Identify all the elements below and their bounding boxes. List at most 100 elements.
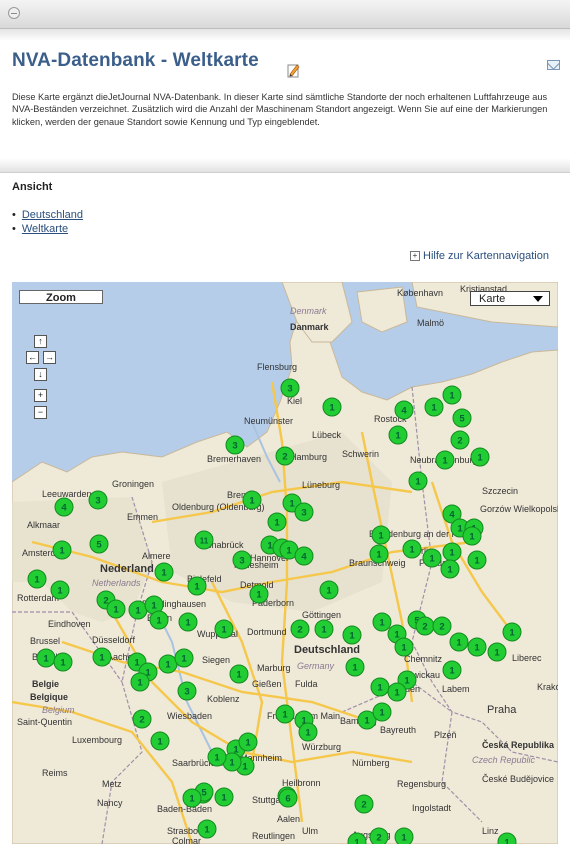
map-marker[interactable]: 5 (452, 408, 472, 428)
edit-icon[interactable] (287, 62, 301, 78)
map-marker[interactable]: 1 (319, 580, 339, 600)
map-marker[interactable]: 1 (178, 612, 198, 632)
map-marker[interactable]: 1 (440, 559, 460, 579)
map-canvas[interactable]: KøbenhavnMalmöKristianstadDenmarkDanmark… (12, 282, 558, 844)
map-marker[interactable]: 1 (53, 652, 73, 672)
map-marker[interactable]: 3 (225, 435, 245, 455)
map-marker[interactable]: 2 (275, 446, 295, 466)
pan-right-button[interactable]: → (43, 351, 56, 364)
window-icon[interactable] (8, 7, 20, 19)
map-marker[interactable]: 1 (422, 548, 442, 568)
place-label: Neumünster (244, 416, 293, 426)
map-marker[interactable]: 1 (394, 637, 414, 657)
map-marker[interactable]: 1 (322, 397, 342, 417)
map-view[interactable]: København Malmö Kristianstad Denmark Danmark… (12, 282, 558, 844)
marker-count: 1 (477, 453, 483, 464)
map-marker[interactable]: 1 (408, 471, 428, 491)
map-marker[interactable]: 1 (106, 599, 126, 619)
map-marker[interactable]: 1 (462, 526, 482, 546)
map-marker[interactable]: 1 (187, 576, 207, 596)
map-marker[interactable]: 1 (442, 385, 462, 405)
pan-down-button[interactable]: ↓ (34, 368, 47, 381)
map-marker[interactable]: 1 (242, 490, 262, 510)
map-marker[interactable]: 1 (275, 704, 295, 724)
map-marker[interactable]: 1 (229, 664, 249, 684)
map-marker[interactable]: 1 (371, 525, 391, 545)
map-marker[interactable]: 1 (197, 819, 217, 839)
map-marker[interactable]: 2 (290, 619, 310, 639)
map-marker[interactable]: 3 (280, 378, 300, 398)
map-marker[interactable]: 1 (174, 648, 194, 668)
map-marker[interactable]: 1 (467, 637, 487, 657)
map-marker[interactable]: 1 (442, 542, 462, 562)
link-deutschland[interactable]: Deutschland (22, 209, 83, 221)
map-marker[interactable]: 1 (502, 622, 522, 642)
marker-count: 3 (184, 687, 189, 698)
mail-icon[interactable] (547, 60, 560, 70)
map-marker[interactable]: 2 (354, 794, 374, 814)
map-marker[interactable]: 1 (345, 657, 365, 677)
map-marker[interactable]: 1 (182, 788, 202, 808)
map-marker[interactable]: 4 (294, 546, 314, 566)
map-marker[interactable]: 1 (402, 539, 422, 559)
map-marker[interactable]: 1 (238, 732, 258, 752)
map-marker[interactable]: 1 (214, 619, 234, 639)
map-marker[interactable]: 1 (298, 722, 318, 742)
map-marker[interactable]: 6 (278, 788, 298, 808)
map-marker[interactable]: 1 (314, 619, 334, 639)
map-marker[interactable]: 1 (467, 550, 487, 570)
map-marker[interactable]: 1 (487, 642, 507, 662)
map-marker[interactable]: 1 (154, 562, 174, 582)
map-marker[interactable]: 5 (89, 534, 109, 554)
map-marker[interactable]: 1 (342, 625, 362, 645)
pan-left-button[interactable]: ← (26, 351, 39, 364)
map-marker[interactable]: 2 (450, 430, 470, 450)
map-marker[interactable]: 2 (415, 616, 435, 636)
map-marker[interactable]: 1 (394, 827, 414, 844)
map-marker[interactable]: 1 (50, 580, 70, 600)
map-marker[interactable]: 1 (52, 540, 72, 560)
map-marker[interactable]: 4 (394, 400, 414, 420)
map-marker[interactable]: 4 (54, 497, 74, 517)
map-marker[interactable]: 11 (194, 530, 214, 550)
map-marker[interactable]: 1 (424, 397, 444, 417)
map-marker[interactable]: 1 (27, 569, 47, 589)
map-marker[interactable]: 3 (88, 490, 108, 510)
map-marker[interactable]: 1 (92, 647, 112, 667)
map-marker[interactable]: 1 (435, 450, 455, 470)
map-marker[interactable]: 1 (36, 648, 56, 668)
map-marker[interactable]: 1 (370, 677, 390, 697)
map-marker[interactable]: 1 (128, 600, 148, 620)
map-marker[interactable]: 1 (130, 672, 150, 692)
map-marker[interactable]: 1 (214, 787, 234, 807)
map-marker[interactable]: 1 (388, 425, 408, 445)
place-label: Lüneburg (302, 480, 340, 490)
zoom-in-button[interactable]: + (34, 389, 47, 402)
map-marker[interactable]: 3 (177, 681, 197, 701)
map-marker[interactable]: 1 (249, 584, 269, 604)
map-marker[interactable]: 1 (449, 632, 469, 652)
map-marker[interactable]: 2 (132, 709, 152, 729)
pan-up-button[interactable]: ↑ (34, 335, 47, 348)
map-marker[interactable]: 1 (158, 654, 178, 674)
map-marker[interactable]: 1 (372, 612, 392, 632)
map-marker[interactable]: 1 (470, 447, 490, 467)
help-link[interactable]: + Hilfe zur Kartennavigation (410, 250, 549, 262)
zoom-out-button[interactable]: − (34, 406, 47, 419)
map-marker[interactable]: 1 (267, 512, 287, 532)
map-marker[interactable]: 1 (372, 702, 392, 722)
place-label: Eindhoven (48, 619, 91, 629)
place-label: Danmark (290, 322, 330, 332)
map-marker[interactable]: 1 (442, 660, 462, 680)
map-marker[interactable]: 2 (369, 827, 389, 844)
map-marker[interactable]: 3 (294, 502, 314, 522)
map-marker[interactable]: 1 (387, 682, 407, 702)
map-marker[interactable]: 1 (150, 731, 170, 751)
map-marker[interactable]: 1 (207, 747, 227, 767)
map-marker[interactable]: 1 (369, 544, 389, 564)
map-marker[interactable]: 3 (232, 550, 252, 570)
link-weltkarte[interactable]: Weltkarte (22, 223, 68, 235)
map-marker[interactable]: 2 (432, 616, 452, 636)
map-type-select[interactable]: Karte (470, 291, 550, 306)
map-marker[interactable]: 1 (149, 610, 169, 630)
